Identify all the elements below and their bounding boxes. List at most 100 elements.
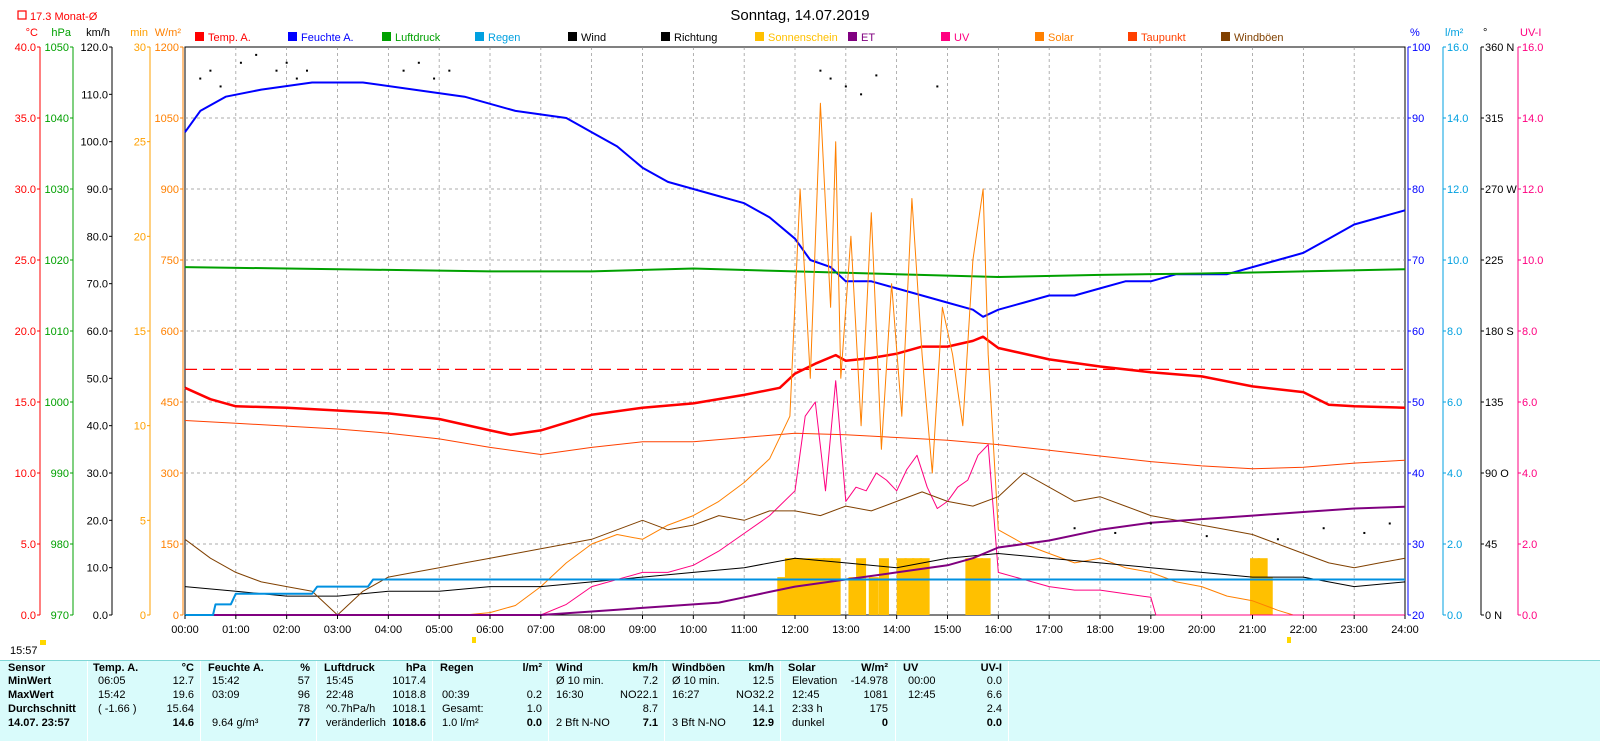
x-tick-label: 04:00 (375, 624, 403, 636)
stats-cell-value: 0.0 (986, 675, 1002, 687)
stats-cell-value: 2.4 (986, 703, 1002, 715)
x-tick-label: 22:00 (1290, 624, 1318, 636)
x-tick-label: 02:00 (273, 624, 301, 636)
chart-title: Sonntag, 14.07.2019 (730, 7, 869, 24)
stats-cell-info: 2 Bft N-NO (556, 717, 610, 729)
legend-label: UV (954, 32, 970, 44)
axis-tick-label: 90 (1412, 113, 1424, 125)
axis-tick-label: 120.0 (80, 42, 108, 54)
legend-swatch (382, 32, 391, 41)
stats-cell-value: 12.7 (172, 675, 194, 687)
stats-cell-info: Elevation (792, 675, 838, 687)
stats-cell-info: Ø 10 min. (556, 675, 604, 687)
x-tick-label: 21:00 (1239, 624, 1267, 636)
axis-unit-humidity: % (1410, 27, 1420, 39)
sunshine-bar (919, 558, 930, 615)
axis-tick-label: 110.0 (81, 89, 108, 101)
axis-tick-label: 990 (51, 468, 69, 480)
column-separator (1008, 661, 1009, 741)
axis-tick-label: 14.0 (1447, 113, 1468, 125)
legend-swatch (1035, 32, 1044, 41)
stats-unit-gust: km/h (748, 662, 774, 674)
stats-cell-value: 0.2 (526, 689, 542, 701)
legend-label: Feuchte A. (301, 32, 354, 44)
sunshine-bars (777, 558, 1273, 615)
x-tick-label: 11:00 (731, 624, 758, 636)
axis-tick-label: 0 (140, 610, 146, 622)
left-axes: °C 0.0 5.0 10.0 15.0 20.0 25.0 30.0 35.0 40.0 hPa 9… (15, 27, 184, 622)
direction-point (844, 85, 847, 88)
axis-tick-label: 10.0 (15, 468, 36, 480)
direction-point (819, 69, 822, 72)
stats-row-label: MaxWert (8, 689, 54, 701)
stats-cell-value: 12.9 (752, 717, 774, 729)
stats-cell-value: 1081 (863, 689, 888, 701)
legend-swatch (288, 32, 297, 41)
stats-cell-value: -14.978 (850, 675, 888, 687)
axis-unit-pressure: hPa (51, 27, 71, 39)
axis-tick-label: 8.0 (1522, 326, 1537, 338)
legend-swatch (475, 32, 484, 41)
x-tick-label: 07:00 (527, 624, 555, 636)
stats-cell-info: 16:30 (556, 689, 584, 701)
axis-tick-label: 30.0 (15, 184, 36, 196)
stats-cell-info: 16:27 (672, 689, 700, 701)
direction-point (1276, 538, 1279, 541)
stats-header-rain: Regen (440, 662, 474, 674)
x-tick-label: 06:00 (476, 624, 504, 636)
x-tick-label: 00:00 (171, 624, 199, 636)
stats-cell-info: 12:45 (792, 689, 820, 701)
stats-cell-info: 00:39 (442, 689, 470, 701)
direction-point (209, 69, 212, 72)
stats-cell-direction: NO (736, 689, 753, 701)
stats-row-label: Durchschnitt (8, 703, 76, 715)
stats-cell-value: 19.6 (172, 689, 194, 701)
axis-tick-label: 60 (1412, 326, 1424, 338)
stats-unit-solar: W/m² (861, 662, 888, 674)
x-tick-label: 13:00 (832, 624, 860, 636)
axis-tick-label: 30.0 (87, 468, 108, 480)
statistics-table: Sensor Temp. A. °C Feuchte A.% Luftdruck hPa R… (0, 660, 1600, 741)
x-tick-label: 08:00 (578, 624, 606, 636)
axis-tick-label: 10.0 (1447, 255, 1468, 267)
axis-tick-label: 0.0 (21, 610, 36, 622)
legend-label: Richtung (674, 32, 717, 44)
column-separator (548, 661, 549, 741)
axis-tick-label: 100.0 (80, 137, 108, 149)
direction-point (860, 93, 863, 96)
direction-point (285, 61, 288, 64)
axis-tick-label: 600 (161, 326, 179, 338)
axis-tick-label: 2.0 (1447, 539, 1462, 551)
axis-tick-label: 1020 (45, 255, 69, 267)
sunshine-bar (1262, 577, 1273, 615)
axis-tick-label: 70 (1412, 255, 1424, 267)
stats-cell-value: 1018.8 (392, 689, 426, 701)
axis-tick-label: 1030 (45, 184, 69, 196)
axis-tick-label: 5 (140, 515, 146, 527)
axis-tick-label: 20.0 (87, 515, 108, 527)
direction-point (1322, 527, 1325, 530)
column-separator (87, 661, 88, 741)
x-tick-label: 01:00 (222, 624, 250, 636)
weather-chart: Sonntag, 14.07.2019 17.3 Monat-Ø Temp. A… (10, 7, 1543, 657)
legend-label: Regen (488, 32, 520, 44)
direction-point (417, 61, 420, 64)
direction-point (1149, 522, 1152, 525)
stats-cell-value: 7.1 (642, 717, 658, 729)
stats-row-label: MinWert (8, 675, 52, 687)
x-tick-label: 17:00 (1035, 624, 1063, 636)
legend-swatch (568, 32, 577, 41)
current-time: 15:57 (10, 645, 38, 657)
stats-cell-value: 77 (297, 717, 310, 729)
stats-unit-uv: UV-I (980, 662, 1002, 674)
stats-header-hum: Feuchte A. (208, 662, 264, 674)
x-tick-label: 16:00 (985, 624, 1013, 636)
axis-tick-label: 180 S (1485, 326, 1514, 338)
legend-swatch (661, 32, 670, 41)
axis-tick-label: 1050 (155, 113, 179, 125)
axis-tick-label: 6.0 (1447, 397, 1462, 409)
axis-tick-label: 90.0 (87, 184, 108, 196)
stats-cell-value: 22.1 (636, 689, 658, 701)
stats-cell-info: dunkel (792, 717, 825, 729)
axis-unit-rain: l/m² (1445, 27, 1464, 39)
